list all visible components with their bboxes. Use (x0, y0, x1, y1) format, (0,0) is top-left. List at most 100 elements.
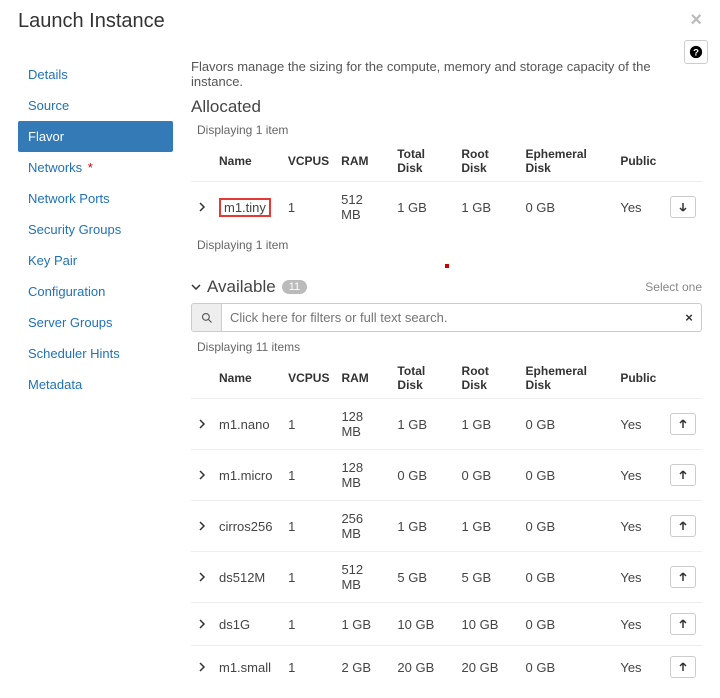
table-header-row: Name VCPUS RAM Total Disk Root Disk Ephe… (191, 358, 702, 399)
cell-public: Yes (614, 603, 664, 646)
allocated-table: Name VCPUS RAM Total Disk Root Disk Ephe… (191, 141, 702, 232)
cell-public: Yes (614, 552, 664, 603)
highlighted-name: m1.tiny (219, 198, 271, 217)
cell-vcpus: 1 (282, 646, 335, 689)
allocate-button[interactable] (670, 413, 696, 435)
col-public[interactable]: Public (614, 141, 664, 182)
col-total-disk[interactable]: Total Disk (391, 141, 455, 182)
required-asterisk: * (84, 160, 93, 175)
cell-name: ds512M (219, 570, 265, 585)
close-icon[interactable]: × (690, 10, 702, 30)
main-panel: Flavors manage the sizing for the comput… (191, 39, 702, 688)
cell-total-disk: 0 GB (391, 450, 455, 501)
marker-dot (445, 264, 449, 268)
sidebar-item-flavor[interactable]: Flavor (18, 121, 173, 152)
allocate-button[interactable] (670, 613, 696, 635)
cell-total-disk: 20 GB (391, 646, 455, 689)
col-ram[interactable]: RAM (335, 358, 391, 399)
sidebar-item-networks[interactable]: Networks * (18, 152, 173, 183)
col-root-disk[interactable]: Root Disk (455, 141, 519, 182)
col-public[interactable]: Public (614, 358, 664, 399)
cell-public: Yes (614, 182, 664, 233)
table-header-row: Name VCPUS RAM Total Disk Root Disk Ephe… (191, 141, 702, 182)
cell-total-disk: 1 GB (391, 501, 455, 552)
col-ephemeral[interactable]: Ephemeral Disk (520, 358, 615, 399)
chevron-right-icon (197, 570, 207, 585)
cell-name: m1.tiny (224, 200, 266, 215)
chevron-right-icon (197, 468, 207, 483)
sidebar-item-metadata[interactable]: Metadata (18, 369, 173, 400)
col-ram[interactable]: RAM (335, 141, 391, 182)
cell-ram: 128 MB (335, 399, 391, 450)
select-one-hint: Select one (645, 280, 702, 294)
cell-public: Yes (614, 646, 664, 689)
search-input[interactable] (222, 304, 677, 331)
displaying-text: Displaying 11 items (197, 340, 702, 354)
chevron-right-icon (197, 660, 207, 675)
clear-search-icon[interactable]: × (677, 304, 701, 331)
cell-vcpus: 1 (282, 552, 335, 603)
sidebar-item-server-groups[interactable]: Server Groups (18, 307, 173, 338)
table-row: cirros2561256 MB1 GB1 GB0 GBYes (191, 501, 702, 552)
sidebar-item-network-ports[interactable]: Network Ports (18, 183, 173, 214)
table-row: m1.micro1128 MB0 GB0 GB0 GBYes (191, 450, 702, 501)
cell-vcpus: 1 (282, 501, 335, 552)
allocate-button[interactable] (670, 656, 696, 678)
wizard-sidebar: DetailsSourceFlavorNetworks *Network Por… (18, 39, 173, 688)
deallocate-button[interactable] (670, 196, 696, 218)
help-button[interactable]: ? (684, 40, 708, 64)
table-row: ds1G11 GB10 GB10 GB0 GBYes (191, 603, 702, 646)
col-vcpus[interactable]: VCPUS (282, 141, 335, 182)
svg-text:?: ? (693, 48, 699, 59)
cell-root-disk: 1 GB (456, 399, 520, 450)
row-expander[interactable] (191, 450, 213, 501)
row-expander[interactable] (191, 603, 213, 646)
cell-public: Yes (614, 501, 664, 552)
cell-ephemeral: 0 GB (520, 399, 615, 450)
col-total-disk[interactable]: Total Disk (391, 358, 455, 399)
cell-name: ds1G (219, 617, 250, 632)
sidebar-item-details[interactable]: Details (18, 59, 173, 90)
dialog-title: Launch Instance (18, 10, 165, 33)
chevron-right-icon (197, 617, 207, 632)
cell-public: Yes (614, 450, 664, 501)
cell-ephemeral: 0 GB (520, 603, 615, 646)
cell-ram: 512 MB (335, 182, 391, 233)
allocated-section-title: Allocated (191, 97, 702, 117)
sidebar-item-source[interactable]: Source (18, 90, 173, 121)
chevron-right-icon (197, 200, 207, 215)
col-vcpus[interactable]: VCPUS (282, 358, 335, 399)
available-toggle[interactable]: Available 11 (191, 277, 307, 297)
sidebar-item-scheduler-hints[interactable]: Scheduler Hints (18, 338, 173, 369)
allocate-button[interactable] (670, 464, 696, 486)
row-expander[interactable] (191, 501, 213, 552)
available-table: Name VCPUS RAM Total Disk Root Disk Ephe… (191, 358, 702, 688)
row-expander[interactable] (191, 182, 213, 233)
cell-ram: 512 MB (335, 552, 391, 603)
cell-total-disk: 10 GB (391, 603, 455, 646)
allocate-button[interactable] (670, 566, 696, 588)
row-expander[interactable] (191, 646, 213, 689)
table-row: m1.small12 GB20 GB20 GB0 GBYes (191, 646, 702, 689)
sidebar-item-key-pair[interactable]: Key Pair (18, 245, 173, 276)
search-icon[interactable] (192, 304, 222, 331)
col-ephemeral[interactable]: Ephemeral Disk (519, 141, 614, 182)
col-root-disk[interactable]: Root Disk (456, 358, 520, 399)
cell-name: m1.micro (219, 468, 272, 483)
available-count-badge: 11 (282, 280, 307, 294)
col-name[interactable]: Name (213, 358, 282, 399)
table-row: ds512M1512 MB5 GB5 GB0 GBYes (191, 552, 702, 603)
sidebar-item-configuration[interactable]: Configuration (18, 276, 173, 307)
cell-ephemeral: 0 GB (520, 450, 615, 501)
cell-vcpus: 1 (282, 182, 335, 233)
cell-root-disk: 1 GB (455, 182, 519, 233)
sidebar-item-security-groups[interactable]: Security Groups (18, 214, 173, 245)
cell-root-disk: 0 GB (456, 450, 520, 501)
row-expander[interactable] (191, 552, 213, 603)
cell-ephemeral: 0 GB (520, 501, 615, 552)
cell-vcpus: 1 (282, 603, 335, 646)
help-icon: ? (689, 45, 703, 59)
chevron-right-icon (197, 519, 207, 534)
col-name[interactable]: Name (213, 141, 282, 182)
row-expander[interactable] (191, 399, 213, 450)
